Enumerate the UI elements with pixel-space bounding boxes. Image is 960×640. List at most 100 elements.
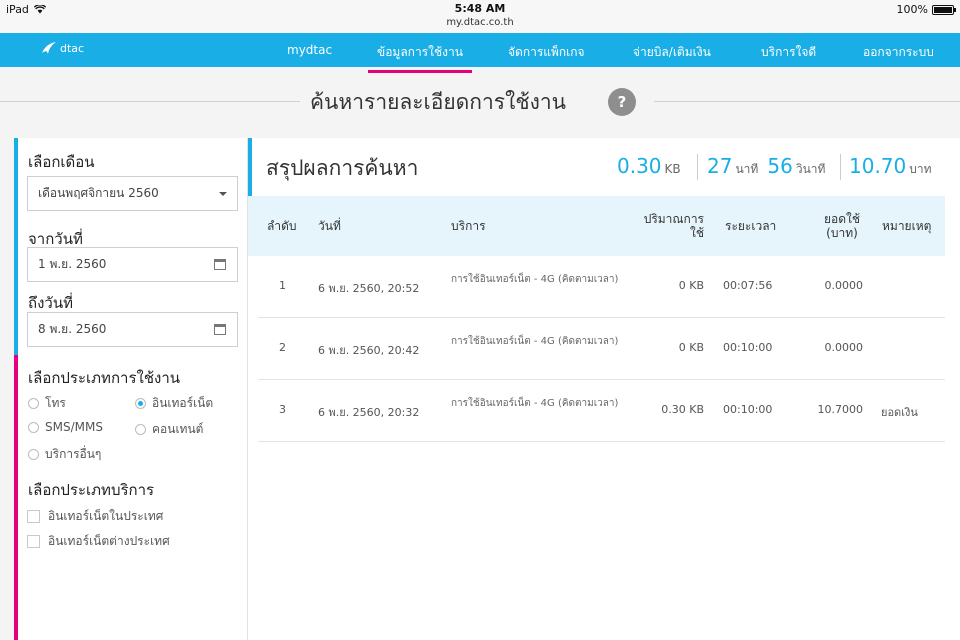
column-header-volume: ปริมาณการใช้ [643,212,704,240]
cell-service: การใช้อินเทอร์เน็ต - 4G (คิดตามเวลา) [451,398,619,409]
radio-call-label: โทร [45,396,66,410]
chevron-down-icon [219,192,227,196]
radio-sms-mms-label: SMS/MMS [45,420,103,434]
nav-item-mydtac[interactable]: mydtac [287,43,332,57]
summary-seconds-value: 56 [767,154,793,178]
results-title: สรุปผลการค้นหา [266,156,419,180]
column-header-date: วันที่ [318,219,341,233]
battery-fill [934,6,952,13]
summary-data: 0.30 KB [617,154,681,178]
checkbox-international-internet-label: อินเทอร์เน็ตต่างประเทศ [48,534,170,548]
help-icon[interactable]: ? [608,88,636,116]
summary-divider [697,154,698,180]
cell-volume: 0 KB [678,341,704,354]
address-url[interactable]: my.dtac.co.th [0,17,960,28]
radio-dot[interactable] [135,424,146,435]
type-section-accent [14,355,18,640]
radio-call[interactable]: โทร [28,394,66,413]
summary-duration: 27 นาที 56 วินาที [707,154,825,179]
nav-item-pay-topup[interactable]: จ่ายบิล/เติมเงิน [633,43,711,62]
summary-seconds-unit: วินาที [795,162,826,176]
cell-amount: 0.0000 [824,341,864,354]
usage-type-label: เลือกประเภทการใช้งาน [28,369,181,387]
table-row: 2 6 พ.ย. 2560, 20:42 การใช้อินเทอร์เน็ต … [258,318,945,380]
calendar-icon[interactable] [214,259,226,270]
radio-dot[interactable] [28,421,39,433]
radio-dot[interactable] [28,449,39,460]
cell-no: 2 [279,341,286,354]
checkbox[interactable] [27,510,40,523]
nav-item-logout[interactable]: ออกจากระบบ [863,43,934,62]
summary-divider [840,154,841,180]
status-right: 100% [896,3,956,16]
radio-other-services[interactable]: บริการอื่นๆ [28,445,101,464]
cell-date: 6 พ.ย. 2560, 20:32 [318,406,420,419]
dtac-logo[interactable]: dtac [40,40,84,56]
month-select[interactable]: เดือนพฤศจิกายน 2560 [27,176,238,211]
table-header: ลำดับ วันที่ บริการ ปริมาณการใช้ ระยะเวล… [248,196,945,256]
cell-service: การใช้อินเทอร์เน็ต - 4G (คิดตามเวลา) [451,274,619,285]
column-header-duration: ระยะเวลา [725,219,777,233]
page-title: ค้นหารายละเอียดการใช้งาน [310,90,566,114]
date-section-accent [14,138,18,355]
radio-content[interactable]: คอนเทนต์ [135,420,203,439]
top-nav: dtac mydtac ข้อมูลการใช้งาน จัดการแพ็กเก… [0,33,960,73]
nav-item-manage-package[interactable]: จัดการแพ็กเกจ [508,43,585,62]
summary-amount-value: 10.70 [849,154,907,178]
summary-amount: 10.70 บาท [849,154,932,179]
cell-no: 3 [279,403,286,416]
logo-text: dtac [60,41,85,55]
from-date-field[interactable]: 1 พ.ย. 2560 [27,247,238,282]
summary-minutes-value: 27 [707,154,733,178]
cell-date: 6 พ.ย. 2560, 20:42 [318,344,420,357]
to-date-field[interactable]: 8 พ.ย. 2560 [27,312,238,347]
summary-minutes-unit: นาที [735,162,759,176]
cell-note: ยอดเงิน [881,406,918,419]
calendar-icon[interactable] [214,324,226,335]
cell-volume: 0 KB [678,279,704,292]
cell-duration: 00:07:56 [723,279,773,292]
radio-dot[interactable] [28,398,39,409]
cell-date: 6 พ.ย. 2560, 20:52 [318,282,420,295]
cell-duration: 00:10:00 [723,403,773,416]
cell-volume: 0.30 KB [661,403,704,416]
heading-divider-right [654,101,960,102]
table-row: 1 6 พ.ย. 2560, 20:52 การใช้อินเทอร์เน็ต … [258,256,945,318]
radio-content-label: คอนเทนต์ [152,422,204,436]
to-date-value: 8 พ.ย. 2560 [38,322,107,336]
radio-other-services-label: บริการอื่นๆ [45,447,102,461]
summary-amount-unit: บาท [909,162,932,176]
radio-dot-selected[interactable] [135,398,146,409]
cell-duration: 00:10:00 [723,341,773,354]
summary-data-unit: KB [664,162,681,176]
checkbox[interactable] [27,535,40,548]
radio-internet-label: อินเทอร์เน็ต [152,396,214,410]
service-type-label: เลือกประเภทบริการ [28,481,155,499]
column-header-note: หมายเหตุ [882,219,932,233]
column-header-no: ลำดับ [267,219,297,233]
radio-internet[interactable]: อินเทอร์เน็ต [135,394,213,413]
results-accent [248,138,252,196]
cell-amount: 10.7000 [817,403,864,416]
cell-service: การใช้อินเทอร์เน็ต - 4G (คิดตามเวลา) [451,336,619,347]
heading-divider-left [0,101,300,102]
checkbox-domestic-internet[interactable]: อินเทอร์เน็ตในประเทศ [27,507,163,526]
radio-sms-mms[interactable]: SMS/MMS [28,420,103,434]
from-date-value: 1 พ.ย. 2560 [38,257,107,271]
cell-amount: 0.0000 [824,279,864,292]
month-label: เลือกเดือน [28,153,95,171]
month-select-value: เดือนพฤศจิกายน 2560 [38,186,159,200]
nav-item-usage-info[interactable]: ข้อมูลการใช้งาน [368,43,472,73]
column-header-service: บริการ [451,219,486,233]
checkbox-international-internet[interactable]: อินเทอร์เน็ตต่างประเทศ [27,532,170,551]
battery-icon [932,4,956,15]
clock: 5:48 AM [454,2,506,15]
checkbox-domestic-internet-label: อินเทอร์เน็ตในประเทศ [48,509,164,523]
status-bar: iPad 5:48 AM my.dtac.co.th 100% [0,0,960,33]
column-header-amount: ยอดใช้ (บาท) [823,212,861,240]
table-row: 3 6 พ.ย. 2560, 20:32 การใช้อินเทอร์เน็ต … [258,380,945,442]
battery-percent: 100% [896,3,928,16]
dtac-logo-icon [42,42,56,54]
nav-item-kind-services[interactable]: บริการใจดี [761,43,816,62]
cell-no: 1 [279,279,286,292]
